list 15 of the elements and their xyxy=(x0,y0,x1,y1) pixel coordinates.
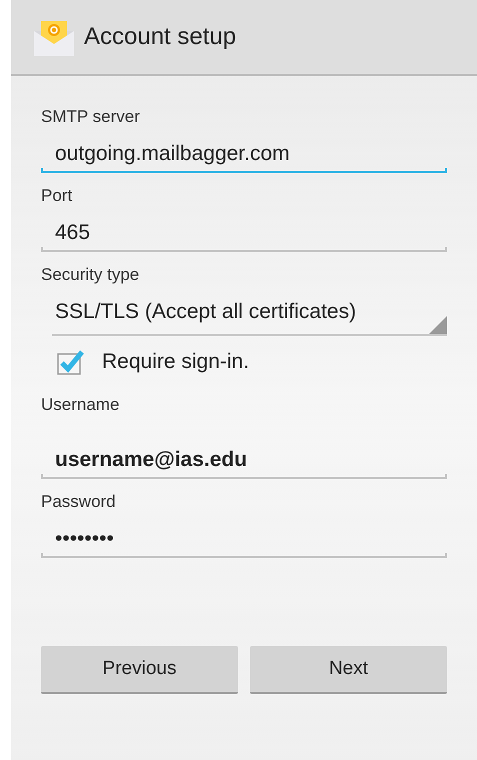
field-label: Security type xyxy=(41,264,140,286)
dropdown-corner-icon xyxy=(429,316,447,334)
field-label: SMTP server xyxy=(41,106,141,128)
field-label: Username xyxy=(41,394,120,416)
field-label: Password xyxy=(41,491,117,513)
window-title: Account setup xyxy=(84,22,236,52)
require-sign-in-checkbox[interactable]: Require sign-in. xyxy=(57,346,447,378)
text-field[interactable]: outgoing.mailbagger.com xyxy=(41,128,447,173)
security-type-dropdown[interactable]: SSL/TLS (Accept all certificates) xyxy=(52,286,447,336)
nav-button[interactable]: Next xyxy=(250,646,447,694)
text-field[interactable]: •••••••• xyxy=(41,513,447,558)
text-field[interactable]: username@ias.edu xyxy=(41,416,447,479)
nav-button[interactable]: Previous xyxy=(41,646,238,694)
field-label: Port xyxy=(41,185,74,207)
text-field[interactable]: 465 xyxy=(41,207,447,252)
